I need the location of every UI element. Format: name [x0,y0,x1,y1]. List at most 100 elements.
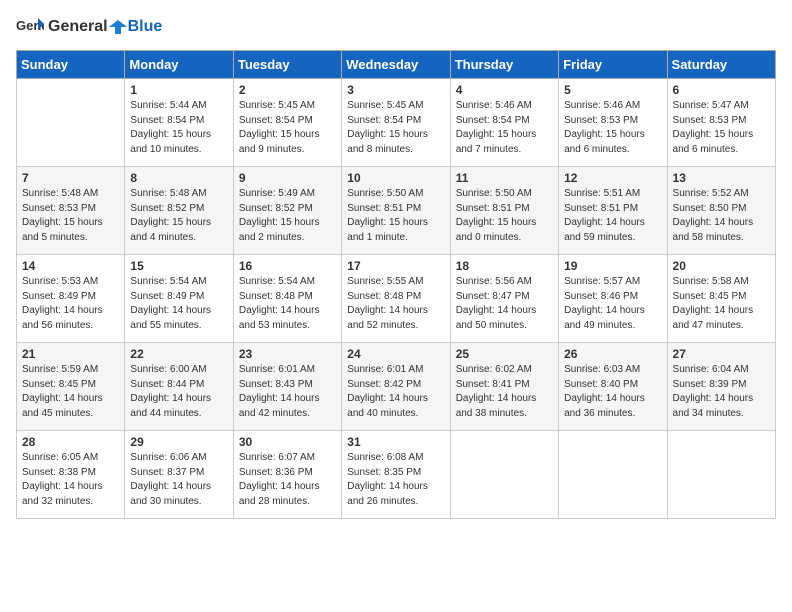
day-number: 31 [347,435,444,449]
calendar-cell: 24 Sunrise: 6:01 AMSunset: 8:42 PMDayligh… [342,343,450,431]
calendar-cell: 25 Sunrise: 6:02 AMSunset: 8:41 PMDayligh… [450,343,558,431]
day-number: 4 [456,83,553,97]
day-number: 23 [239,347,336,361]
day-info: Sunrise: 5:46 AMSunset: 8:53 PMDaylight:… [564,99,661,157]
weekday-header-thursday: Thursday [450,51,558,79]
day-info: Sunrise: 5:46 AMSunset: 8:54 PMDaylight:… [456,99,553,157]
logo-icon: General [16,16,44,38]
day-info: Sunrise: 5:53 AMSunset: 8:49 PMDaylight:… [22,275,119,333]
day-info: Sunrise: 5:52 AMSunset: 8:50 PMDaylight:… [673,187,770,245]
day-info: Sunrise: 5:48 AMSunset: 8:53 PMDaylight:… [22,187,119,245]
day-info: Sunrise: 6:00 AMSunset: 8:44 PMDaylight:… [130,363,227,421]
day-info: Sunrise: 5:59 AMSunset: 8:45 PMDaylight:… [22,363,119,421]
logo-general: General [48,18,108,35]
calendar-cell: 14Sunrise: 5:53 AMSunset: 8:49 PMDayligh… [17,255,125,343]
day-info: Sunrise: 5:47 AMSunset: 8:53 PMDaylight:… [673,99,770,157]
calendar-cell: 7 Sunrise: 5:48 AMSunset: 8:53 PMDaylight… [17,167,125,255]
day-number: 29 [130,435,227,449]
day-number: 1 [130,83,227,97]
calendar-cell: 31Sunrise: 6:08 AMSunset: 8:35 PMDayligh… [342,431,450,519]
calendar-cell: 3 Sunrise: 5:45 AMSunset: 8:54 PMDaylight… [342,79,450,167]
day-number: 16 [239,259,336,273]
logo-blue: Blue [128,18,163,35]
calendar-cell: 16 Sunrise: 5:54 AMSunset: 8:48 PMDayligh… [233,255,341,343]
weekday-header-sunday: Sunday [17,51,125,79]
calendar-cell [450,431,558,519]
day-number: 12 [564,171,661,185]
calendar-cell: 5 Sunrise: 5:46 AMSunset: 8:53 PMDaylight… [559,79,667,167]
day-number: 21 [22,347,119,361]
calendar-cell: 12 Sunrise: 5:51 AMSunset: 8:51 PMDayligh… [559,167,667,255]
day-info: Sunrise: 5:51 AMSunset: 8:51 PMDaylight:… [564,187,661,245]
calendar-table: SundayMondayTuesdayWednesdayThursdayFrid… [16,50,776,519]
calendar-cell: 13 Sunrise: 5:52 AMSunset: 8:50 PMDayligh… [667,167,775,255]
calendar-cell: 2Sunrise: 5:45 AMSunset: 8:54 PMDaylight… [233,79,341,167]
calendar-cell: 19 Sunrise: 5:57 AMSunset: 8:46 PMDayligh… [559,255,667,343]
calendar-cell: 28Sunrise: 6:05 AMSunset: 8:38 PMDayligh… [17,431,125,519]
day-number: 30 [239,435,336,449]
calendar-cell: 6 Sunrise: 5:47 AMSunset: 8:53 PMDaylight… [667,79,775,167]
weekday-header-tuesday: Tuesday [233,51,341,79]
day-number: 28 [22,435,119,449]
calendar-cell: 9 Sunrise: 5:49 AMSunset: 8:52 PMDaylight… [233,167,341,255]
day-number: 20 [673,259,770,273]
day-number: 9 [239,171,336,185]
day-number: 10 [347,171,444,185]
weekday-header-wednesday: Wednesday [342,51,450,79]
day-info: Sunrise: 6:01 AMSunset: 8:43 PMDaylight:… [239,363,336,421]
day-number: 26 [564,347,661,361]
day-number: 15 [130,259,227,273]
weekday-header-friday: Friday [559,51,667,79]
day-info: Sunrise: 5:54 AMSunset: 8:48 PMDaylight:… [239,275,336,333]
calendar-cell: 29 Sunrise: 6:06 AMSunset: 8:37 PMDayligh… [125,431,233,519]
day-number: 2 [239,83,336,97]
day-info: Sunrise: 5:49 AMSunset: 8:52 PMDaylight:… [239,187,336,245]
day-info: Sunrise: 5:45 AMSunset: 8:54 PMDaylight:… [347,99,444,157]
day-info: Sunrise: 5:54 AMSunset: 8:49 PMDaylight:… [130,275,227,333]
calendar-cell: 10 Sunrise: 5:50 AMSunset: 8:51 PMDayligh… [342,167,450,255]
day-number: 6 [673,83,770,97]
calendar-cell: 11 Sunrise: 5:50 AMSunset: 8:51 PMDayligh… [450,167,558,255]
day-number: 7 [22,171,119,185]
day-info: Sunrise: 6:03 AMSunset: 8:40 PMDaylight:… [564,363,661,421]
calendar-cell [17,79,125,167]
day-number: 25 [456,347,553,361]
day-number: 22 [130,347,227,361]
day-number: 5 [564,83,661,97]
logo: General General Blue [16,16,162,38]
day-info: Sunrise: 6:01 AMSunset: 8:42 PMDaylight:… [347,363,444,421]
day-number: 8 [130,171,227,185]
day-info: Sunrise: 5:50 AMSunset: 8:51 PMDaylight:… [456,187,553,245]
day-info: Sunrise: 5:58 AMSunset: 8:45 PMDaylight:… [673,275,770,333]
calendar-cell: 17Sunrise: 5:55 AMSunset: 8:48 PMDayligh… [342,255,450,343]
calendar-cell [667,431,775,519]
day-number: 11 [456,171,553,185]
calendar-cell: 27 Sunrise: 6:04 AMSunset: 8:39 PMDayligh… [667,343,775,431]
day-info: Sunrise: 6:02 AMSunset: 8:41 PMDaylight:… [456,363,553,421]
calendar-cell: 23 Sunrise: 6:01 AMSunset: 8:43 PMDayligh… [233,343,341,431]
day-info: Sunrise: 5:57 AMSunset: 8:46 PMDaylight:… [564,275,661,333]
calendar-cell: 1Sunrise: 5:44 AMSunset: 8:54 PMDaylight… [125,79,233,167]
calendar-cell: 15 Sunrise: 5:54 AMSunset: 8:49 PMDayligh… [125,255,233,343]
calendar-cell: 30Sunrise: 6:07 AMSunset: 8:36 PMDayligh… [233,431,341,519]
day-number: 19 [564,259,661,273]
weekday-header-saturday: Saturday [667,51,775,79]
day-info: Sunrise: 6:06 AMSunset: 8:37 PMDaylight:… [130,451,227,509]
day-info: Sunrise: 6:04 AMSunset: 8:39 PMDaylight:… [673,363,770,421]
day-info: Sunrise: 5:50 AMSunset: 8:51 PMDaylight:… [347,187,444,245]
calendar-cell [559,431,667,519]
page-header: General General Blue [16,16,776,38]
calendar-cell: 22 Sunrise: 6:00 AMSunset: 8:44 PMDayligh… [125,343,233,431]
day-info: Sunrise: 5:48 AMSunset: 8:52 PMDaylight:… [130,187,227,245]
calendar-cell: 18Sunrise: 5:56 AMSunset: 8:47 PMDayligh… [450,255,558,343]
day-number: 17 [347,259,444,273]
calendar-cell: 4 Sunrise: 5:46 AMSunset: 8:54 PMDaylight… [450,79,558,167]
day-number: 3 [347,83,444,97]
day-number: 13 [673,171,770,185]
weekday-header-monday: Monday [125,51,233,79]
day-number: 24 [347,347,444,361]
calendar-cell: 8 Sunrise: 5:48 AMSunset: 8:52 PMDaylight… [125,167,233,255]
calendar-cell: 21 Sunrise: 5:59 AMSunset: 8:45 PMDayligh… [17,343,125,431]
day-number: 27 [673,347,770,361]
day-info: Sunrise: 5:56 AMSunset: 8:47 PMDaylight:… [456,275,553,333]
